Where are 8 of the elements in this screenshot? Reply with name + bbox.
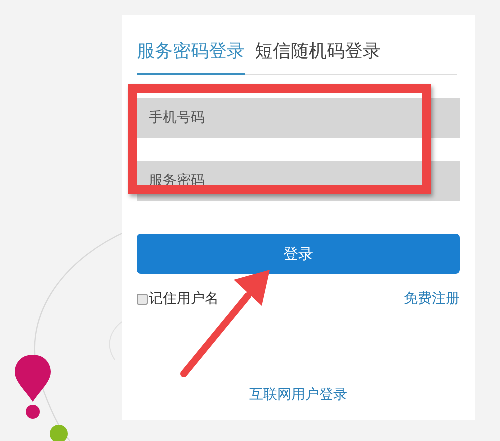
login-tab[interactable]: 服务密码登录 bbox=[137, 35, 245, 75]
internet-login-link[interactable]: 互联网用户登录 bbox=[250, 386, 348, 404]
remember-checkbox[interactable] bbox=[137, 294, 148, 304]
login-button[interactable]: 登录 bbox=[137, 234, 460, 274]
register-link[interactable]: 免费注册 bbox=[404, 290, 460, 308]
input-field[interactable]: 手机号码 bbox=[137, 98, 460, 138]
login-tab[interactable]: 短信随机码登录 bbox=[255, 35, 381, 75]
remember-label: 记住用户名 bbox=[149, 290, 219, 308]
